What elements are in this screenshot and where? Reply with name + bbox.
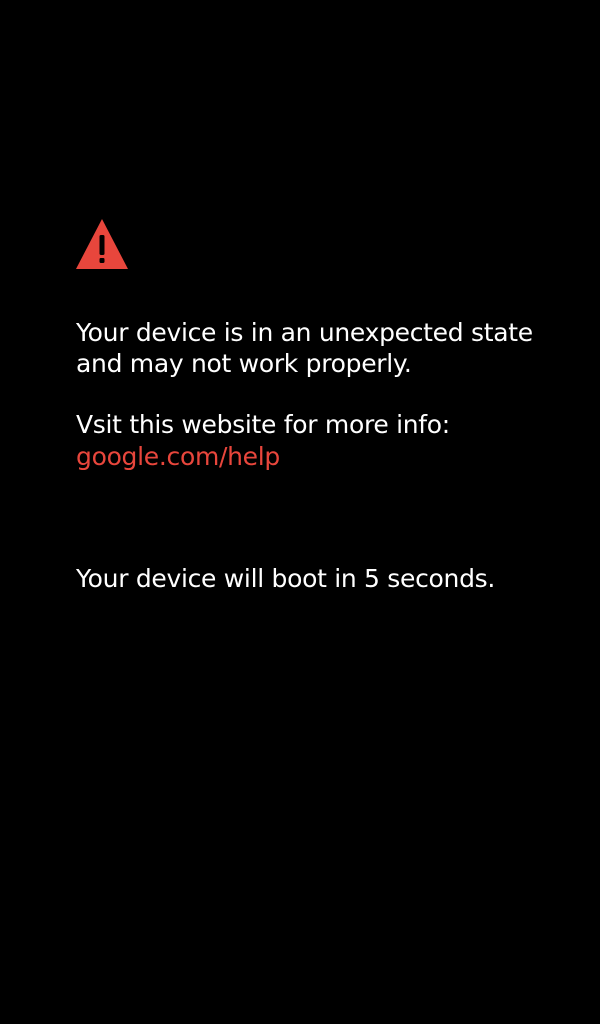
boot-countdown-text: Your device will boot in 5 seconds. [76,564,496,593]
unexpected-state-message: Your device is in an unexpected state an… [76,317,533,379]
boot-warning-screen: Your device is in an unexpected state an… [0,0,600,1024]
visit-website-text: Vsit this website for more info: [76,410,450,439]
warning-exclamation-dot [99,258,105,263]
unexpected-state-line-1: Your device is in an unexpected state [76,318,533,347]
help-link: google.com/help [76,442,280,471]
unexpected-state-line-2: and may not work properly. [76,349,412,378]
warning-triangle-icon [76,219,128,269]
warning-exclamation-bar [99,235,105,255]
